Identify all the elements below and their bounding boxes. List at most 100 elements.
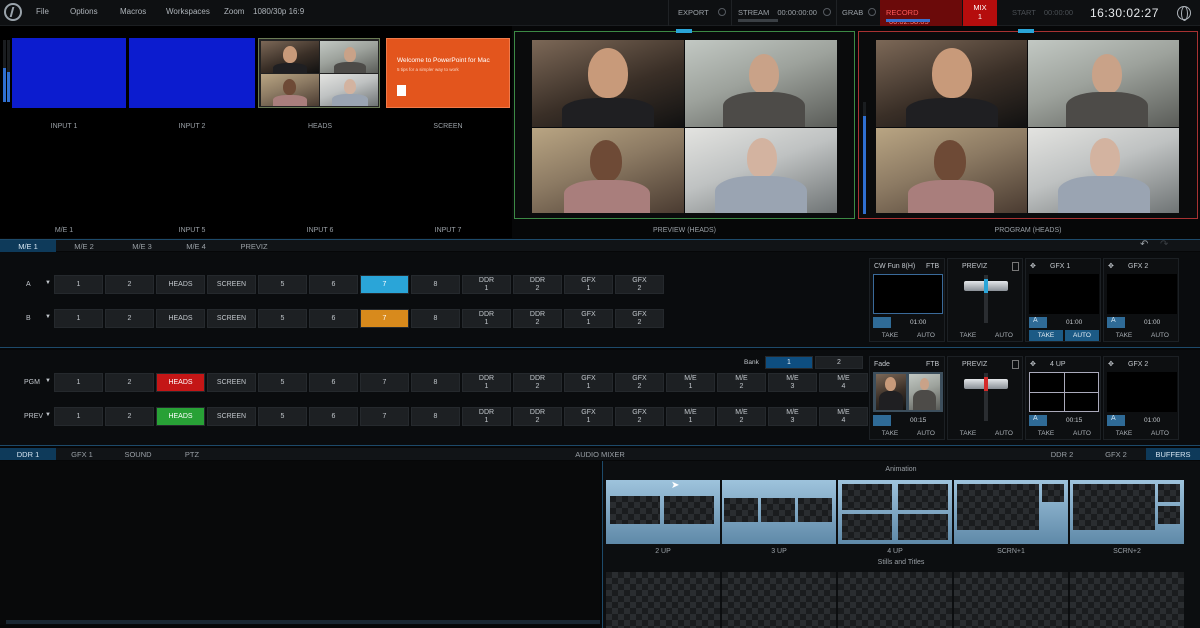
main-4up-move-icon[interactable]: ✥ (1030, 360, 1036, 368)
preview-monitor[interactable] (514, 31, 855, 219)
main-transition-time[interactable]: 00:15 (910, 417, 926, 424)
me1-a-source-button[interactable]: SCREEN (207, 275, 256, 294)
still-buffer-slot[interactable] (838, 572, 952, 628)
prev-source-button[interactable]: M/E 1 (666, 407, 715, 426)
main-previz-link-icon[interactable] (1012, 360, 1019, 369)
main-4up-take-button[interactable]: TAKE (1029, 428, 1063, 439)
prev-source-button[interactable]: M/E 2 (717, 407, 766, 426)
pgm-source-button[interactable]: 7 (360, 373, 409, 392)
prev-source-button[interactable]: 1 (54, 407, 103, 426)
main-gfx2-auto-button[interactable]: AUTO (1143, 428, 1177, 439)
prev-source-button[interactable]: DDR 1 (462, 407, 511, 426)
grab-config-gear-icon[interactable] (868, 8, 876, 16)
export-button[interactable]: EXPORT (668, 0, 718, 26)
me1-auto-button[interactable]: AUTO (909, 330, 943, 341)
prev-source-button[interactable]: GFX 2 (615, 407, 664, 426)
main-previz-auto-button[interactable]: AUTO (987, 428, 1021, 439)
me1-b-source-button[interactable]: HEADS (156, 309, 205, 328)
me1-previz-take-button[interactable]: TAKE (951, 330, 985, 341)
me1-gfx2-take-button[interactable]: TAKE (1107, 330, 1141, 341)
pgm-source-button[interactable]: M/E 3 (768, 373, 817, 392)
me1-b-source-button[interactable]: 8 (411, 309, 460, 328)
pgm-source-button[interactable]: 1 (54, 373, 103, 392)
main-auto-button[interactable]: AUTO (909, 428, 943, 439)
me1-a-source-button[interactable]: 2 (105, 275, 154, 294)
me1-a-source-button[interactable]: 1 (54, 275, 103, 294)
me1-gfx1-auto-button[interactable]: AUTO (1065, 330, 1099, 341)
me1-gfx1-move-icon[interactable]: ✥ (1030, 262, 1036, 270)
program-monitor[interactable] (858, 31, 1198, 219)
me1-previz-link-icon[interactable] (1012, 262, 1019, 271)
me1-a-source-button[interactable]: DDR 2 (513, 275, 562, 294)
main-4up-auto-button[interactable]: AUTO (1065, 428, 1099, 439)
main-take-button[interactable]: TAKE (873, 428, 907, 439)
globe-icon[interactable] (1177, 6, 1191, 21)
main-transition-icon[interactable] (873, 415, 891, 426)
me1-a-source-button[interactable]: GFX 1 (564, 275, 613, 294)
still-buffer-slot[interactable] (1070, 572, 1184, 628)
me1-a-source-button[interactable]: 6 (309, 275, 358, 294)
menu-options[interactable]: Options (70, 7, 98, 16)
me1-gfx1-time[interactable]: 01:00 (1066, 319, 1082, 326)
me1-gfx2-time[interactable]: 01:00 (1144, 319, 1160, 326)
me1-transition-icon[interactable] (873, 317, 891, 328)
bank-2-button[interactable]: 2 (815, 356, 863, 369)
me1-transition-time[interactable]: 01:00 (910, 319, 926, 326)
tab-me1[interactable]: M/E 1 (0, 240, 56, 252)
screen-thumbnail[interactable]: Welcome to PowerPoint for Mac 5 tips for… (386, 38, 510, 108)
bank-1-button[interactable]: 1 (765, 356, 813, 369)
me1-b-source-button[interactable]: GFX 2 (615, 309, 664, 328)
me1-gfx1-take-button[interactable]: TAKE (1029, 330, 1063, 341)
pgm-source-button[interactable]: 5 (258, 373, 307, 392)
tab-me3[interactable]: M/E 3 (118, 240, 166, 252)
animation-buffer-item[interactable] (606, 480, 720, 544)
undo-icon[interactable]: ↶ (1140, 239, 1148, 250)
main-4up-a-icon[interactable]: A (1029, 415, 1047, 426)
menu-zoom[interactable]: Zoom (224, 7, 244, 16)
me1-b-source-button[interactable]: 2 (105, 309, 154, 328)
me1-b-source-button[interactable]: 6 (309, 309, 358, 328)
row-a-dropdown-icon[interactable]: ▼ (45, 280, 51, 286)
me1-b-source-button[interactable]: 1 (54, 309, 103, 328)
start-button[interactable]: START 00:00:00 (1012, 0, 1084, 26)
tab-buffers[interactable]: BUFFERS (1146, 448, 1200, 460)
tab-sound[interactable]: SOUND (114, 448, 162, 460)
me1-a-source-button[interactable]: GFX 2 (615, 275, 664, 294)
tab-me2[interactable]: M/E 2 (60, 240, 108, 252)
still-buffer-slot[interactable] (954, 572, 1068, 628)
row-b-dropdown-icon[interactable]: ▼ (45, 314, 51, 320)
me1-transition-name[interactable]: CW Fun 8(H) (874, 263, 915, 270)
pgm-source-button[interactable]: 8 (411, 373, 460, 392)
tab-gfx2[interactable]: GFX 2 (1094, 448, 1138, 460)
pgm-source-button[interactable]: M/E 1 (666, 373, 715, 392)
tab-ddr2[interactable]: DDR 2 (1040, 448, 1084, 460)
pgm-source-button[interactable]: 2 (105, 373, 154, 392)
prev-dropdown-icon[interactable]: ▼ (45, 412, 51, 418)
prev-source-button[interactable]: SCREEN (207, 407, 256, 426)
record-button[interactable]: RECORD 00:02:58:05 (880, 0, 962, 26)
pgm-source-button[interactable]: GFX 1 (564, 373, 613, 392)
input-2-thumbnail[interactable] (129, 38, 255, 108)
me1-b-source-button[interactable]: DDR 1 (462, 309, 511, 328)
ddr1-scrollbar[interactable] (6, 620, 600, 624)
me1-b-source-button[interactable]: GFX 1 (564, 309, 613, 328)
me1-a-source-button[interactable]: 7 (360, 275, 409, 294)
menu-file[interactable]: File (36, 7, 49, 16)
tab-previz[interactable]: PREVIZ (230, 240, 278, 252)
pgm-source-button[interactable]: M/E 2 (717, 373, 766, 392)
animation-buffer-item[interactable] (954, 480, 1068, 544)
main-gfx2-take-button[interactable]: TAKE (1107, 428, 1141, 439)
tab-gfx1[interactable]: GFX 1 (60, 448, 104, 460)
heads-thumbnail[interactable] (258, 38, 380, 108)
tab-ptz[interactable]: PTZ (172, 448, 212, 460)
me1-b-source-button[interactable]: 5 (258, 309, 307, 328)
input-1-thumbnail[interactable] (12, 38, 126, 108)
me1-b-source-button[interactable]: 7 (360, 309, 409, 328)
pgm-source-button[interactable]: DDR 1 (462, 373, 511, 392)
me1-a-source-button[interactable]: DDR 1 (462, 275, 511, 294)
main-4up-time[interactable]: 00:15 (1066, 417, 1082, 424)
tab-ddr1[interactable]: DDR 1 (0, 448, 56, 460)
animation-buffer-item[interactable] (838, 480, 952, 544)
prev-source-button[interactable]: M/E 3 (768, 407, 817, 426)
me1-a-source-button[interactable]: HEADS (156, 275, 205, 294)
